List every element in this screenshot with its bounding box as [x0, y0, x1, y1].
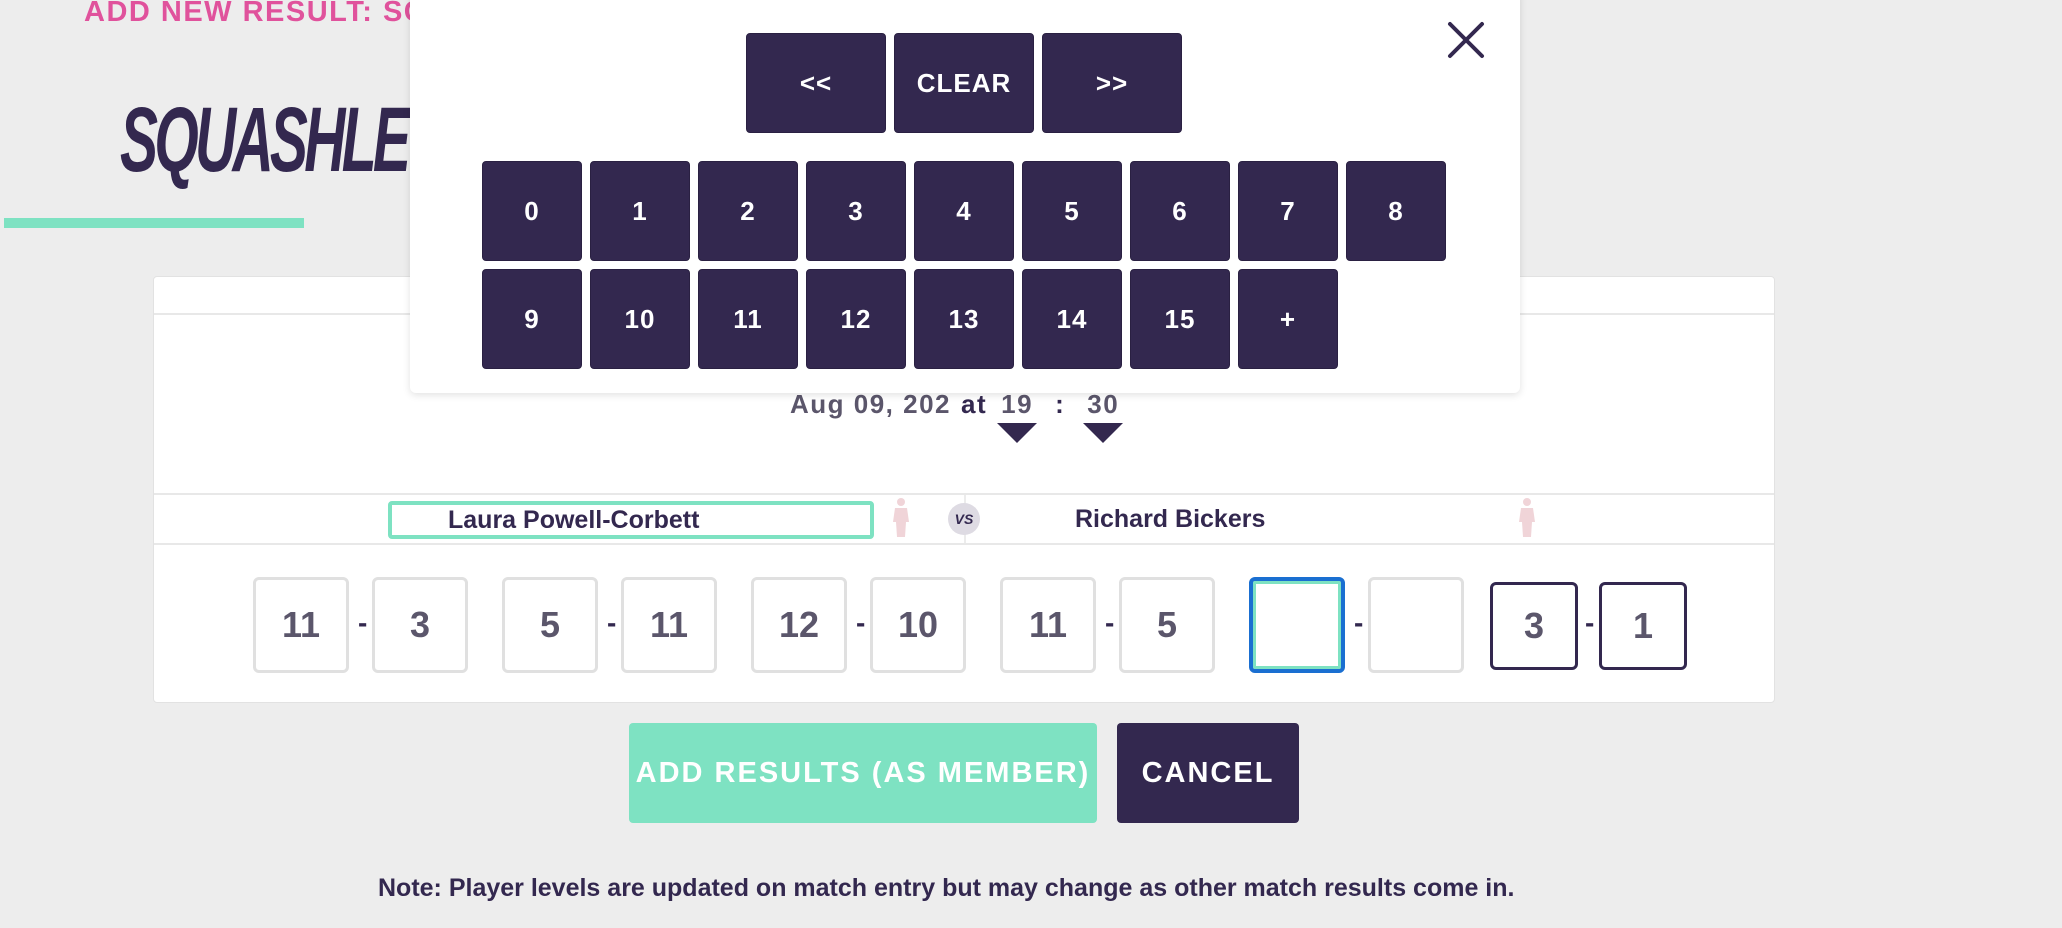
- keypad-key[interactable]: 11: [698, 269, 798, 369]
- keypad-key[interactable]: 6: [1130, 161, 1230, 261]
- keypad-key[interactable]: 9: [482, 269, 582, 369]
- keypad-key[interactable]: 0: [482, 161, 582, 261]
- keypad-key[interactable]: 7: [1238, 161, 1338, 261]
- game1-player2-score[interactable]: 3: [372, 577, 468, 673]
- score-dash: -: [856, 607, 866, 638]
- add-results-button[interactable]: ADD RESULTS (AS MEMBER): [629, 723, 1097, 823]
- keypad-key[interactable]: 3: [806, 161, 906, 261]
- keypad-key[interactable]: 5: [1022, 161, 1122, 261]
- levels-note: Note: Player levels are updated on match…: [378, 874, 1515, 902]
- keypad-key[interactable]: 13: [914, 269, 1014, 369]
- time-separator: :: [1055, 389, 1066, 419]
- game4-player2-score[interactable]: 5: [1119, 577, 1215, 673]
- match-datetime: Aug 09, 202 at 19 : 30: [790, 389, 1124, 443]
- cancel-button[interactable]: CANCEL: [1117, 723, 1299, 823]
- game3-player1-score[interactable]: 12: [751, 577, 847, 673]
- minute-dropdown-icon[interactable]: [1083, 423, 1124, 443]
- keypad-key[interactable]: 10: [590, 269, 690, 369]
- game3-player2-score[interactable]: 10: [870, 577, 966, 673]
- hour-dropdown-icon[interactable]: [997, 423, 1038, 443]
- score-dash: -: [1585, 607, 1595, 638]
- game1-player1-score[interactable]: 11: [253, 577, 349, 673]
- keypad-plus-key[interactable]: +: [1238, 269, 1338, 369]
- total-player2-games: 1: [1599, 582, 1687, 670]
- player2-person-icon[interactable]: [1516, 497, 1538, 537]
- score-dash: -: [607, 607, 617, 638]
- keypad-clear-button[interactable]: CLEAR: [894, 33, 1034, 133]
- close-icon[interactable]: [1444, 18, 1488, 62]
- minute-value: 30: [1087, 389, 1120, 419]
- game5-player2-score[interactable]: [1368, 577, 1464, 673]
- at-label: at: [961, 389, 988, 419]
- hour-value: 19: [1001, 389, 1034, 419]
- player2-field[interactable]: Richard Bickers: [1075, 505, 1265, 534]
- player1-person-icon[interactable]: [890, 497, 912, 537]
- game5-player1-score[interactable]: [1249, 577, 1345, 673]
- keypad-key[interactable]: 12: [806, 269, 906, 369]
- keypad-key[interactable]: 8: [1346, 161, 1446, 261]
- keypad-key[interactable]: 2: [698, 161, 798, 261]
- hour-select[interactable]: 19: [997, 389, 1038, 443]
- score-dash: -: [1354, 607, 1364, 638]
- keypad-key[interactable]: 4: [914, 161, 1014, 261]
- minute-select[interactable]: 30: [1083, 389, 1124, 443]
- players-row: Laura Powell-Corbett VS Richard Bickers: [154, 493, 1774, 545]
- logo-underline: [4, 218, 304, 228]
- vs-badge: VS: [948, 503, 980, 535]
- player1-field[interactable]: Laura Powell-Corbett: [388, 501, 874, 539]
- score-dash: -: [358, 607, 368, 638]
- total-player1-games: 3: [1490, 582, 1578, 670]
- page-heading: ADD NEW RESULT: SC: [84, 0, 427, 28]
- keypad-prev-button[interactable]: <<: [746, 33, 886, 133]
- game2-player2-score[interactable]: 11: [621, 577, 717, 673]
- match-date[interactable]: Aug 09, 202: [790, 389, 951, 420]
- score-dash: -: [1105, 607, 1115, 638]
- score-keypad-popup: << CLEAR >> 0 1 2 3 4 5 6 7 8 9 10 11 12…: [410, 0, 1520, 393]
- keypad-key[interactable]: 15: [1130, 269, 1230, 369]
- game2-player1-score[interactable]: 5: [502, 577, 598, 673]
- keypad-next-button[interactable]: >>: [1042, 33, 1182, 133]
- keypad-key[interactable]: 1: [590, 161, 690, 261]
- keypad-key[interactable]: 14: [1022, 269, 1122, 369]
- game4-player1-score[interactable]: 11: [1000, 577, 1096, 673]
